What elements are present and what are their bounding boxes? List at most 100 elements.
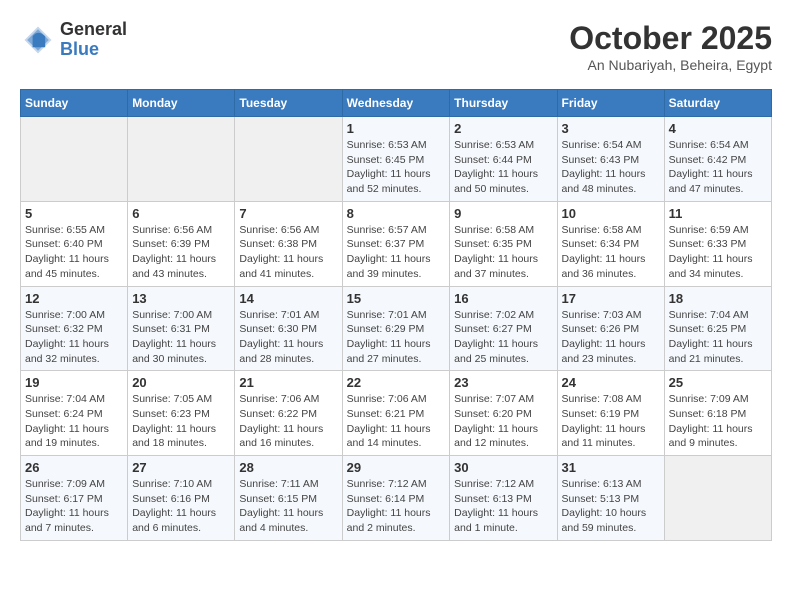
day-info: Sunrise: 7:07 AM Sunset: 6:20 PM Dayligh… [454, 392, 552, 451]
day-number: 18 [669, 291, 767, 306]
day-number: 16 [454, 291, 552, 306]
calendar-cell: 1 Sunrise: 6:53 AM Sunset: 6:45 PM Daylig… [342, 117, 450, 202]
day-number: 6 [132, 206, 230, 221]
weekday-header-row: SundayMondayTuesdayWednesdayThursdayFrid… [21, 90, 772, 117]
day-number: 17 [562, 291, 660, 306]
day-number: 30 [454, 460, 552, 475]
day-info: Sunrise: 6:57 AM Sunset: 6:37 PM Dayligh… [347, 223, 446, 282]
weekday-header-saturday: Saturday [664, 90, 771, 117]
calendar-cell: 11Sunrise: 6:59 AM Sunset: 6:33 PM Dayli… [664, 201, 771, 286]
day-number: 3 [562, 121, 660, 136]
calendar-cell: 31 Sunrise: 6:13 AM Sunset: 5:13 PM Dayli… [557, 456, 664, 541]
day-info: Sunrise: 7:12 AM Sunset: 6:13 PM Dayligh… [454, 477, 552, 536]
day-info: Sunrise: 7:06 AM Sunset: 6:22 PM Dayligh… [239, 392, 337, 451]
calendar-cell [21, 117, 128, 202]
calendar-cell: 23Sunrise: 7:07 AM Sunset: 6:20 PM Dayli… [450, 371, 557, 456]
calendar-week-1: 1 Sunrise: 6:53 AM Sunset: 6:45 PM Daylig… [21, 117, 772, 202]
calendar-week-2: 5 Sunrise: 6:55 AM Sunset: 6:40 PM Daylig… [21, 201, 772, 286]
calendar-body: 1 Sunrise: 6:53 AM Sunset: 6:45 PM Daylig… [21, 117, 772, 541]
day-number: 20 [132, 375, 230, 390]
day-info: Sunrise: 7:09 AM Sunset: 6:17 PM Dayligh… [25, 477, 123, 536]
calendar-cell [235, 117, 342, 202]
day-info: Sunrise: 7:12 AM Sunset: 6:14 PM Dayligh… [347, 477, 446, 536]
calendar-cell: 4Sunrise: 6:54 AM Sunset: 6:42 PM Daylig… [664, 117, 771, 202]
day-number: 7 [239, 206, 337, 221]
day-info: Sunrise: 7:03 AM Sunset: 6:26 PM Dayligh… [562, 308, 660, 367]
calendar-cell: 9 Sunrise: 6:58 AM Sunset: 6:35 PM Daylig… [450, 201, 557, 286]
calendar-cell: 28 Sunrise: 7:11 AM Sunset: 6:15 PM Dayli… [235, 456, 342, 541]
day-number: 21 [239, 375, 337, 390]
day-number: 5 [25, 206, 123, 221]
day-number: 13 [132, 291, 230, 306]
day-number: 12 [25, 291, 123, 306]
calendar-cell: 8 Sunrise: 6:57 AM Sunset: 6:37 PM Daylig… [342, 201, 450, 286]
day-info: Sunrise: 7:05 AM Sunset: 6:23 PM Dayligh… [132, 392, 230, 451]
day-info: Sunrise: 6:55 AM Sunset: 6:40 PM Dayligh… [25, 223, 123, 282]
day-info: Sunrise: 6:56 AM Sunset: 6:39 PM Dayligh… [132, 223, 230, 282]
location-subtitle: An Nubariyah, Beheira, Egypt [569, 57, 772, 73]
day-info: Sunrise: 6:53 AM Sunset: 6:45 PM Dayligh… [347, 138, 446, 197]
month-title: October 2025 [569, 20, 772, 57]
day-info: Sunrise: 7:08 AM Sunset: 6:19 PM Dayligh… [562, 392, 660, 451]
calendar-cell: 25 Sunrise: 7:09 AM Sunset: 6:18 PM Dayli… [664, 371, 771, 456]
day-number: 1 [347, 121, 446, 136]
calendar-cell: 16Sunrise: 7:02 AM Sunset: 6:27 PM Dayli… [450, 286, 557, 371]
calendar-cell: 22 Sunrise: 7:06 AM Sunset: 6:21 PM Dayli… [342, 371, 450, 456]
calendar-cell: 13Sunrise: 7:00 AM Sunset: 6:31 PM Dayli… [128, 286, 235, 371]
day-info: Sunrise: 6:58 AM Sunset: 6:35 PM Dayligh… [454, 223, 552, 282]
logo-blue-text: Blue [60, 40, 127, 60]
calendar-week-4: 19 Sunrise: 7:04 AM Sunset: 6:24 PM Dayli… [21, 371, 772, 456]
day-number: 10 [562, 206, 660, 221]
day-number: 8 [347, 206, 446, 221]
calendar-cell: 15Sunrise: 7:01 AM Sunset: 6:29 PM Dayli… [342, 286, 450, 371]
day-info: Sunrise: 7:11 AM Sunset: 6:15 PM Dayligh… [239, 477, 337, 536]
day-number: 11 [669, 206, 767, 221]
day-info: Sunrise: 7:06 AM Sunset: 6:21 PM Dayligh… [347, 392, 446, 451]
calendar-week-5: 26 Sunrise: 7:09 AM Sunset: 6:17 PM Dayli… [21, 456, 772, 541]
calendar-cell: 27 Sunrise: 7:10 AM Sunset: 6:16 PM Dayli… [128, 456, 235, 541]
calendar-cell: 18 Sunrise: 7:04 AM Sunset: 6:25 PM Dayli… [664, 286, 771, 371]
day-number: 29 [347, 460, 446, 475]
calendar-table: SundayMondayTuesdayWednesdayThursdayFrid… [20, 89, 772, 541]
day-number: 27 [132, 460, 230, 475]
day-info: Sunrise: 7:01 AM Sunset: 6:29 PM Dayligh… [347, 308, 446, 367]
day-info: Sunrise: 7:04 AM Sunset: 6:25 PM Dayligh… [669, 308, 767, 367]
day-number: 14 [239, 291, 337, 306]
day-info: Sunrise: 7:04 AM Sunset: 6:24 PM Dayligh… [25, 392, 123, 451]
day-number: 25 [669, 375, 767, 390]
calendar-header: SundayMondayTuesdayWednesdayThursdayFrid… [21, 90, 772, 117]
day-number: 2 [454, 121, 552, 136]
logo: General Blue [20, 20, 127, 60]
logo-text: General Blue [60, 20, 127, 60]
weekday-header-friday: Friday [557, 90, 664, 117]
calendar-cell: 17 Sunrise: 7:03 AM Sunset: 6:26 PM Dayli… [557, 286, 664, 371]
calendar-cell: 29 Sunrise: 7:12 AM Sunset: 6:14 PM Dayli… [342, 456, 450, 541]
day-info: Sunrise: 7:01 AM Sunset: 6:30 PM Dayligh… [239, 308, 337, 367]
title-block: October 2025 An Nubariyah, Beheira, Egyp… [569, 20, 772, 73]
calendar-cell: 3Sunrise: 6:54 AM Sunset: 6:43 PM Daylig… [557, 117, 664, 202]
day-number: 31 [562, 460, 660, 475]
weekday-header-thursday: Thursday [450, 90, 557, 117]
calendar-cell: 24Sunrise: 7:08 AM Sunset: 6:19 PM Dayli… [557, 371, 664, 456]
logo-general-text: General [60, 20, 127, 40]
calendar-cell: 7Sunrise: 6:56 AM Sunset: 6:38 PM Daylig… [235, 201, 342, 286]
day-number: 22 [347, 375, 446, 390]
day-number: 19 [25, 375, 123, 390]
day-info: Sunrise: 7:09 AM Sunset: 6:18 PM Dayligh… [669, 392, 767, 451]
weekday-header-sunday: Sunday [21, 90, 128, 117]
calendar-cell: 6 Sunrise: 6:56 AM Sunset: 6:39 PM Daylig… [128, 201, 235, 286]
calendar-cell: 5 Sunrise: 6:55 AM Sunset: 6:40 PM Daylig… [21, 201, 128, 286]
page-header: General Blue October 2025 An Nubariyah, … [20, 20, 772, 73]
calendar-cell: 20 Sunrise: 7:05 AM Sunset: 6:23 PM Dayli… [128, 371, 235, 456]
day-info: Sunrise: 7:10 AM Sunset: 6:16 PM Dayligh… [132, 477, 230, 536]
day-number: 28 [239, 460, 337, 475]
weekday-header-tuesday: Tuesday [235, 90, 342, 117]
calendar-cell: 12Sunrise: 7:00 AM Sunset: 6:32 PM Dayli… [21, 286, 128, 371]
day-number: 9 [454, 206, 552, 221]
calendar-cell [664, 456, 771, 541]
calendar-cell: 26 Sunrise: 7:09 AM Sunset: 6:17 PM Dayli… [21, 456, 128, 541]
calendar-cell: 21 Sunrise: 7:06 AM Sunset: 6:22 PM Dayli… [235, 371, 342, 456]
day-number: 26 [25, 460, 123, 475]
calendar-cell: 19 Sunrise: 7:04 AM Sunset: 6:24 PM Dayli… [21, 371, 128, 456]
day-info: Sunrise: 6:13 AM Sunset: 5:13 PM Dayligh… [562, 477, 660, 536]
